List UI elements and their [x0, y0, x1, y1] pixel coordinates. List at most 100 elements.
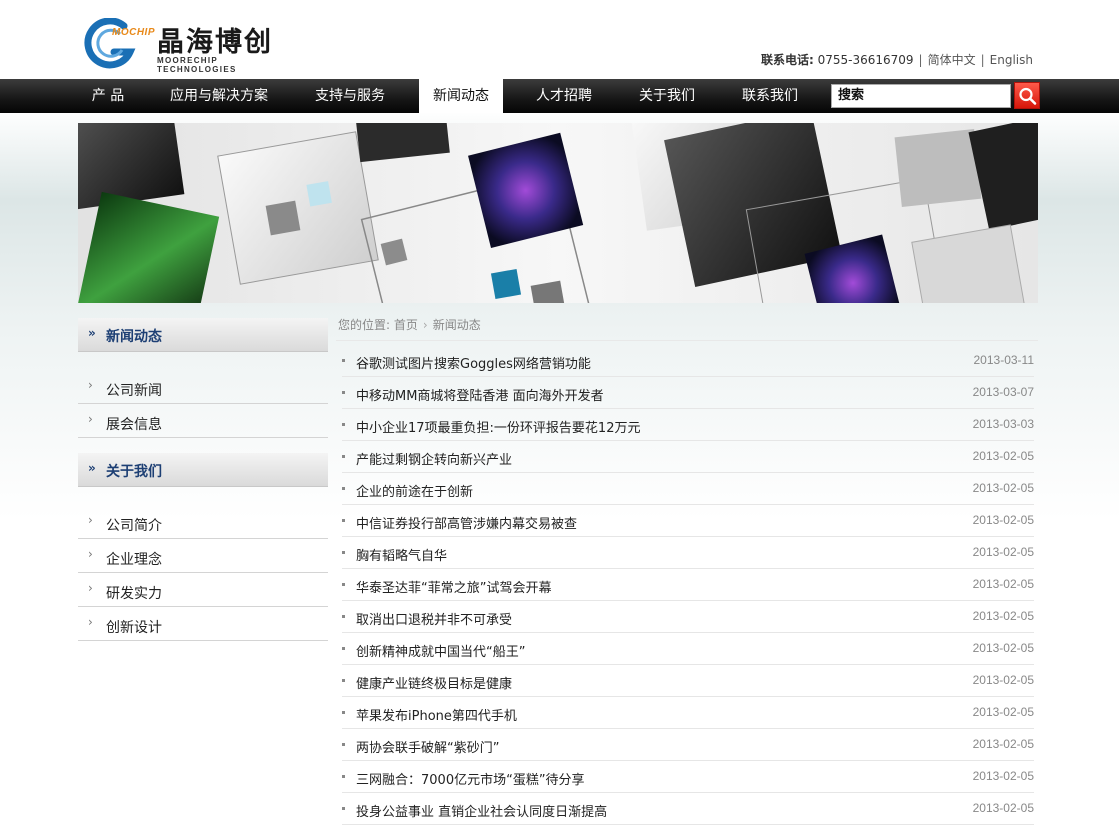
- news-title[interactable]: 企业的前途在于创新: [356, 481, 473, 500]
- breadcrumb-home[interactable]: 首页: [394, 318, 418, 332]
- news-date: 2013-02-05: [972, 577, 1034, 591]
- news-date: 2013-02-05: [972, 705, 1034, 719]
- bullet-icon: [342, 583, 345, 586]
- news-date: 2013-02-05: [972, 545, 1034, 559]
- search-button[interactable]: [1014, 82, 1040, 109]
- news-date: 2013-02-05: [972, 513, 1034, 527]
- sidebar-title-news: » 新闻动态: [78, 318, 328, 352]
- bullet-icon: [342, 519, 345, 522]
- news-item[interactable]: 中信证券投行部高管涉嫌内幕交易被查 2013-02-05: [342, 505, 1034, 537]
- nav-item-news[interactable]: 新闻动态: [419, 79, 503, 113]
- double-chevron-down-icon: »: [88, 326, 96, 340]
- news-date: 2013-02-05: [972, 737, 1034, 751]
- news-title[interactable]: 中移动MM商城将登陆香港 面向海外开发者: [356, 385, 604, 404]
- news-date: 2013-02-05: [972, 481, 1034, 495]
- news-date: 2013-02-05: [972, 769, 1034, 783]
- bullet-icon: [342, 487, 345, 490]
- search-input[interactable]: 搜索: [831, 84, 1011, 108]
- news-date: 2013-02-05: [972, 801, 1034, 815]
- bullet-icon: [342, 455, 345, 458]
- news-item[interactable]: 三网融合：7000亿元市场“蛋糕”待分享 2013-02-05: [342, 761, 1034, 793]
- sidebar-item-label: 展会信息: [106, 417, 162, 433]
- news-item[interactable]: 中移动MM商城将登陆香港 面向海外开发者 2013-03-07: [342, 377, 1034, 409]
- chevron-right-icon: ›: [88, 378, 93, 392]
- news-item[interactable]: 产能过剩钢企转向新兴产业 2013-02-05: [342, 441, 1034, 473]
- sidebar-item-design[interactable]: › 创新设计: [78, 607, 328, 641]
- bullet-icon: [342, 551, 345, 554]
- news-item[interactable]: 苹果发布iPhone第四代手机 2013-02-05: [342, 697, 1034, 729]
- nav-item-support[interactable]: 支持与服务: [300, 79, 400, 113]
- site-logo[interactable]: MOCHIP 晶海博创 MOORECHIP TECHNOLOGIES: [84, 18, 294, 74]
- news-date: 2013-02-05: [972, 641, 1034, 655]
- logo-name-cn: 晶海博创: [157, 27, 273, 58]
- lang-en-link[interactable]: English: [990, 53, 1033, 67]
- sidebar-item-company-news[interactable]: › 公司新闻: [78, 370, 328, 404]
- nav-item-contact[interactable]: 联系我们: [728, 79, 812, 113]
- news-title[interactable]: 取消出口退税并非不可承受: [356, 609, 512, 628]
- news-title[interactable]: 中信证券投行部高管涉嫌内幕交易被查: [356, 513, 577, 532]
- bullet-icon: [342, 711, 345, 714]
- sidebar-item-profile[interactable]: › 公司简介: [78, 505, 328, 539]
- sidebar-title-label: 关于我们: [106, 464, 162, 480]
- news-title[interactable]: 健康产业链终极目标是健康: [356, 673, 512, 692]
- news-item[interactable]: 中小企业17项最重负担:一份环评报告要花12万元 2013-03-03: [342, 409, 1034, 441]
- logo-mark-text: MOCHIP: [112, 27, 155, 38]
- contact-label: 联系电话:: [760, 53, 814, 67]
- bullet-icon: [342, 647, 345, 650]
- news-item[interactable]: 健康产业链终极目标是健康 2013-02-05: [342, 665, 1034, 697]
- news-date: 2013-03-11: [973, 353, 1035, 367]
- double-chevron-down-icon: »: [88, 461, 96, 475]
- main-nav: 产 品 应用与解决方案 支持与服务 新闻动态 人才招聘 关于我们 联系我们 搜索: [0, 79, 1119, 113]
- news-date: 2013-02-05: [972, 673, 1034, 687]
- news-title[interactable]: 苹果发布iPhone第四代手机: [356, 705, 517, 724]
- site-header: MOCHIP 晶海博创 MOORECHIP TECHNOLOGIES 联系电话:…: [0, 0, 1119, 79]
- nav-item-products[interactable]: 产 品: [78, 79, 138, 113]
- sidebar-item-philosophy[interactable]: › 企业理念: [78, 539, 328, 573]
- banner-graphic: [78, 123, 1038, 303]
- news-item[interactable]: 两协会联手破解“紫砂门” 2013-02-05: [342, 729, 1034, 761]
- news-date: 2013-03-03: [972, 417, 1034, 431]
- logo-g-icon: [84, 18, 136, 69]
- news-item[interactable]: 谷歌测试图片搜索Goggles网络营销功能 2013-03-11: [342, 345, 1034, 377]
- news-title[interactable]: 华泰圣达菲“菲常之旅”试驾会开幕: [356, 577, 551, 596]
- chevron-right-icon: ›: [88, 547, 93, 561]
- lang-cn-link[interactable]: 简体中文: [928, 53, 976, 67]
- news-title[interactable]: 投身公益事业 直销企业社会认同度日渐提高: [356, 801, 607, 820]
- sidebar-item-rnd[interactable]: › 研发实力: [78, 573, 328, 607]
- news-item[interactable]: 创新精神成就中国当代“船王” 2013-02-05: [342, 633, 1034, 665]
- separator: |: [980, 53, 985, 67]
- news-title[interactable]: 谷歌测试图片搜索Goggles网络营销功能: [356, 353, 591, 372]
- news-item[interactable]: 胸有韬略气自华 2013-02-05: [342, 537, 1034, 569]
- news-title[interactable]: 胸有韬略气自华: [356, 545, 447, 564]
- sidebar-item-label: 公司简介: [106, 518, 162, 534]
- bullet-icon: [342, 423, 345, 426]
- divider: [336, 340, 1038, 341]
- sidebar-item-label: 研发实力: [106, 586, 162, 602]
- news-title[interactable]: 创新精神成就中国当代“船王”: [356, 641, 525, 660]
- news-item[interactable]: 企业的前途在于创新 2013-02-05: [342, 473, 1034, 505]
- sidebar-item-label: 企业理念: [106, 552, 162, 568]
- hero-banner: [78, 123, 1038, 303]
- news-title[interactable]: 两协会联手破解“紫砂门”: [356, 737, 499, 756]
- news-item[interactable]: 投身公益事业 直销企业社会认同度日渐提高 2013-02-05: [342, 793, 1034, 825]
- news-title[interactable]: 三网融合：7000亿元市场“蛋糕”待分享: [356, 769, 585, 788]
- chevron-right-icon: ›: [88, 513, 93, 527]
- bullet-icon: [342, 807, 345, 810]
- separator: |: [918, 53, 923, 67]
- nav-item-solutions[interactable]: 应用与解决方案: [160, 79, 278, 113]
- bullet-icon: [342, 679, 345, 682]
- news-item[interactable]: 华泰圣达菲“菲常之旅”试驾会开幕 2013-02-05: [342, 569, 1034, 601]
- news-date: 2013-02-05: [972, 449, 1034, 463]
- chevron-right-icon: ›: [422, 318, 428, 332]
- sidebar-item-label: 公司新闻: [106, 383, 162, 399]
- nav-item-careers[interactable]: 人才招聘: [522, 79, 606, 113]
- news-title[interactable]: 中小企业17项最重负担:一份环评报告要花12万元: [356, 417, 640, 436]
- sidebar-title-about: » 关于我们: [78, 453, 328, 487]
- news-item[interactable]: 取消出口退税并非不可承受 2013-02-05: [342, 601, 1034, 633]
- sidebar-item-exhibitions[interactable]: › 展会信息: [78, 404, 328, 438]
- bullet-icon: [342, 615, 345, 618]
- nav-item-about[interactable]: 关于我们: [625, 79, 709, 113]
- bullet-icon: [342, 743, 345, 746]
- bullet-icon: [342, 391, 345, 394]
- news-title[interactable]: 产能过剩钢企转向新兴产业: [356, 449, 512, 468]
